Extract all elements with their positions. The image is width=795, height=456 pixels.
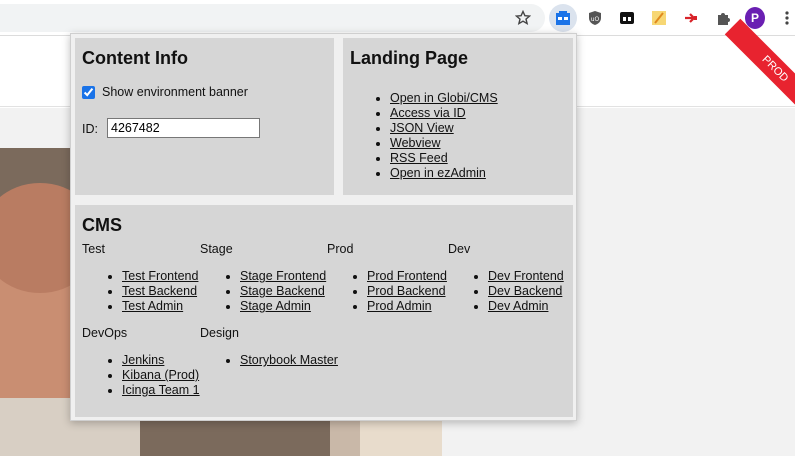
group-label: DevOps	[82, 326, 128, 340]
jenkins-link[interactable]: Jenkins	[122, 353, 164, 367]
list-item: Dev Backend	[488, 284, 564, 299]
group-links: Prod Frontend Prod Backend Prod Admin	[327, 269, 447, 314]
group-links: Dev Frontend Dev Backend Dev Admin	[448, 269, 564, 314]
stage-admin-link[interactable]: Stage Admin	[240, 299, 311, 313]
list-item: JSON View	[390, 121, 498, 136]
cms-group-devops: DevOps Jenkins Kibana (Prod) Icinga Team…	[82, 326, 200, 398]
list-item: Kibana (Prod)	[122, 368, 200, 383]
group-links: Jenkins Kibana (Prod) Icinga Team 1	[82, 353, 200, 398]
kibana-link[interactable]: Kibana (Prod)	[122, 368, 199, 382]
cms-group-design: Design Storybook Master	[200, 326, 338, 368]
landing-page-panel: Landing Page Open in Globi/CMS Access vi…	[343, 38, 573, 195]
content-info-panel: Content Info Show environment banner ID:	[75, 38, 334, 195]
stage-backend-link[interactable]: Stage Backend	[240, 284, 325, 298]
list-item: RSS Feed	[390, 151, 498, 166]
tabs-icon[interactable]	[617, 8, 637, 28]
cms-panel: CMS Test Test Frontend Test Backend Test…	[75, 205, 573, 417]
show-banner-checkbox[interactable]	[82, 85, 95, 99]
list-item: Prod Backend	[367, 284, 447, 299]
list-item: Prod Admin	[367, 299, 447, 314]
list-item: Storybook Master	[240, 353, 338, 368]
list-item: Stage Frontend	[240, 269, 326, 284]
dev-frontend-link[interactable]: Dev Frontend	[488, 269, 564, 283]
address-bar[interactable]	[0, 4, 545, 32]
extension-popup: Content Info Show environment banner ID:…	[70, 33, 577, 421]
open-in-ezadmin-link[interactable]: Open in ezAdmin	[390, 166, 486, 180]
dev-admin-link[interactable]: Dev Admin	[488, 299, 548, 313]
list-item: Access via ID	[390, 106, 498, 121]
icinga-link[interactable]: Icinga Team 1	[122, 383, 200, 397]
list-item: Stage Backend	[240, 284, 326, 299]
list-item: Open in ezAdmin	[390, 166, 498, 181]
list-item: Prod Frontend	[367, 269, 447, 284]
test-frontend-link[interactable]: Test Frontend	[122, 269, 198, 283]
show-banner-label: Show environment banner	[102, 85, 248, 99]
cms-group-prod: Prod Prod Frontend Prod Backend Prod Adm…	[327, 242, 447, 314]
group-links: Storybook Master	[200, 353, 338, 368]
shield-icon[interactable]: uO	[585, 8, 605, 28]
menu-dots-icon[interactable]	[777, 8, 795, 28]
extension-cms-icon[interactable]	[549, 4, 577, 32]
content-info-title: Content Info	[82, 48, 188, 68]
storybook-master-link[interactable]: Storybook Master	[240, 353, 338, 367]
id-label: ID:	[82, 122, 98, 136]
star-icon[interactable]	[513, 8, 533, 28]
redirect-icon[interactable]	[681, 8, 701, 28]
landing-page-title: Landing Page	[350, 48, 469, 68]
list-item: Webview	[390, 136, 498, 151]
cms-group-test: Test Test Frontend Test Backend Test Adm…	[82, 242, 198, 314]
group-label: Stage	[200, 242, 233, 256]
profile-avatar[interactable]: P	[745, 7, 765, 29]
webview-link[interactable]: Webview	[390, 136, 440, 150]
banner-toggle[interactable]: Show environment banner	[82, 85, 248, 99]
list-item: Dev Admin	[488, 299, 564, 314]
access-via-id-link[interactable]: Access via ID	[390, 106, 466, 120]
list-item: Test Frontend	[122, 269, 198, 284]
list-item: Stage Admin	[240, 299, 326, 314]
prod-admin-link[interactable]: Prod Admin	[367, 299, 432, 313]
prod-frontend-link[interactable]: Prod Frontend	[367, 269, 447, 283]
group-label: Design	[200, 326, 239, 340]
json-view-link[interactable]: JSON View	[390, 121, 454, 135]
cms-group-stage: Stage Stage Frontend Stage Backend Stage…	[200, 242, 326, 314]
group-label: Prod	[327, 242, 354, 256]
list-item: Dev Frontend	[488, 269, 564, 284]
list-item: Open in Globi/CMS	[390, 91, 498, 106]
group-links: Stage Frontend Stage Backend Stage Admin	[200, 269, 326, 314]
svg-text:uO: uO	[591, 16, 600, 23]
test-backend-link[interactable]: Test Backend	[122, 284, 197, 298]
rss-feed-link[interactable]: RSS Feed	[390, 151, 448, 165]
notes-icon[interactable]	[649, 8, 669, 28]
dev-backend-link[interactable]: Dev Backend	[488, 284, 562, 298]
cms-group-dev: Dev Dev Frontend Dev Backend Dev Admin	[448, 242, 564, 314]
cms-title: CMS	[82, 215, 122, 235]
group-label: Dev	[448, 242, 471, 256]
list-item: Test Backend	[122, 284, 198, 299]
list-item: Icinga Team 1	[122, 383, 200, 398]
open-in-globi-link[interactable]: Open in Globi/CMS	[390, 91, 498, 105]
landing-page-links: Open in Globi/CMS Access via ID JSON Vie…	[350, 91, 498, 181]
group-label: Test	[82, 242, 105, 256]
content-id-field[interactable]	[107, 118, 260, 138]
list-item: Jenkins	[122, 353, 200, 368]
test-admin-link[interactable]: Test Admin	[122, 299, 183, 313]
stage-frontend-link[interactable]: Stage Frontend	[240, 269, 326, 283]
list-item: Test Admin	[122, 299, 198, 314]
prod-backend-link[interactable]: Prod Backend	[367, 284, 446, 298]
browser-toolbar: uO P	[0, 0, 795, 36]
puzzle-icon[interactable]	[713, 8, 733, 28]
group-links: Test Frontend Test Backend Test Admin	[82, 269, 198, 314]
